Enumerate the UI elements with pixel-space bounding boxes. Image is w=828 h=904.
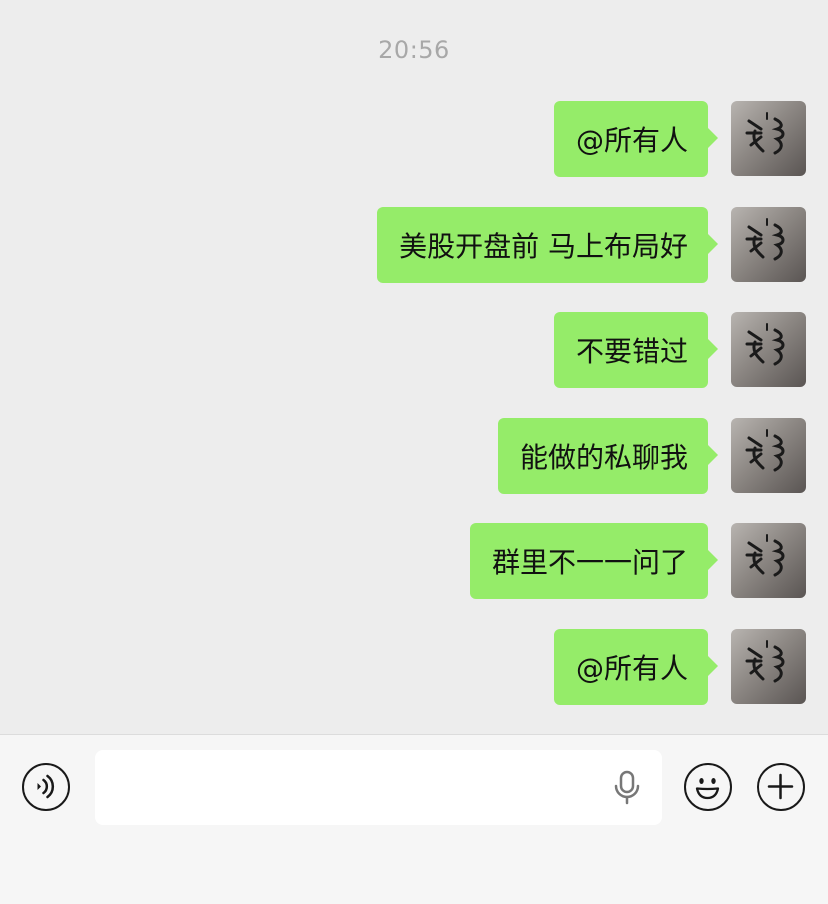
- avatar[interactable]: [731, 101, 806, 176]
- message-row: 能做的私聊我: [497, 418, 806, 494]
- voice-button[interactable]: [22, 763, 70, 811]
- avatar[interactable]: [731, 629, 806, 704]
- message-row: 美股开盘前 马上布局好: [377, 207, 806, 283]
- plus-button[interactable]: [757, 763, 805, 811]
- input-bar: [0, 735, 828, 904]
- avatar[interactable]: [731, 418, 806, 493]
- message-bubble[interactable]: @所有人: [553, 101, 719, 177]
- avatar[interactable]: [731, 523, 806, 598]
- emoji-button[interactable]: [684, 763, 732, 811]
- message-bubble[interactable]: 能做的私聊我: [497, 418, 719, 494]
- avatar[interactable]: [731, 207, 806, 282]
- message-row: @所有人: [553, 629, 806, 705]
- microphone-icon[interactable]: [612, 770, 642, 806]
- message-bubble[interactable]: 不要错过: [553, 312, 719, 388]
- message-bubble[interactable]: @所有人: [553, 629, 719, 705]
- timestamp: 20:56: [378, 36, 450, 64]
- emoji-icon: [695, 778, 720, 800]
- voice-icon: [37, 774, 55, 799]
- message-bubble[interactable]: 美股开盘前 马上布局好: [377, 207, 718, 283]
- message-input[interactable]: [95, 750, 662, 825]
- avatar[interactable]: [731, 312, 806, 387]
- message-row: @所有人: [553, 101, 806, 177]
- plus-icon: [767, 773, 794, 800]
- chat-area: 20:56 @所有人 美股开盘前 马上布局好 不要错过 能做的私聊我 群里不一一…: [0, 0, 828, 734]
- message-row: 群里不一一问了: [469, 523, 806, 599]
- message-bubble[interactable]: 群里不一一问了: [469, 523, 719, 599]
- message-row: 不要错过: [553, 312, 806, 388]
